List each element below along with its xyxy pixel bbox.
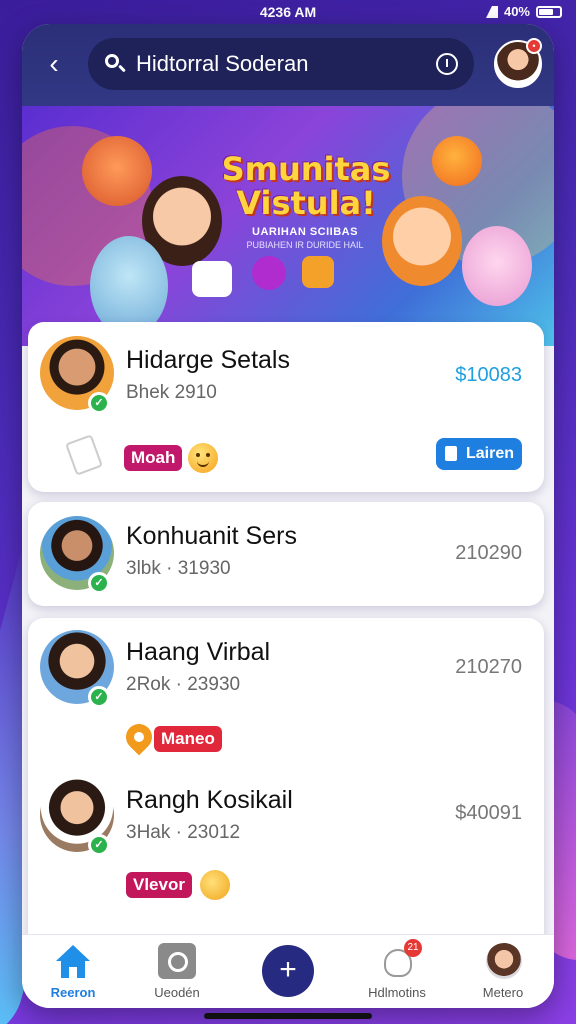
nav-label: Ueodén	[154, 985, 200, 1000]
item-tag: Vlevor	[126, 872, 192, 898]
share-icon[interactable]	[65, 434, 103, 476]
banner-caption: PUBIAHEN IR DURIDE HAIL	[246, 240, 364, 250]
nav-label: Metero	[482, 985, 524, 1000]
notification-badge: 21	[404, 939, 422, 957]
item-name: Hidarge Setals	[126, 346, 290, 374]
music-icon	[302, 256, 334, 288]
list-item[interactable]: ✓ Konhuanit Sers 3lbk · 31930 210290	[28, 502, 544, 606]
nav-home[interactable]: Reeron	[28, 943, 118, 1000]
nav-label: Hdlmotins	[368, 985, 426, 1000]
search-input[interactable]	[136, 51, 436, 77]
list-item[interactable]: ✓ Hidarge Setals Bhek 2910 $10083 Moah L…	[28, 322, 544, 492]
nav-notifications[interactable]: 21 Hdlmotins	[352, 939, 442, 1000]
item-name: Rangh Kosikail	[126, 786, 293, 814]
verified-icon: ✓	[88, 686, 110, 708]
camera-icon	[158, 943, 196, 981]
battery-percent: 40%	[503, 4, 530, 19]
location-pin-icon	[120, 718, 158, 756]
fox-character	[82, 136, 152, 206]
battery-icon	[536, 5, 562, 18]
home-icon	[54, 943, 92, 981]
verified-icon: ✓	[88, 392, 110, 414]
app-screen: ‹ • Smunitas Vistula! UARIHAN SCIIBAS PU…	[22, 24, 554, 1008]
item-meta: 2Rok · 23930	[126, 674, 241, 695]
banner-title: Smunitas Vistula!	[221, 150, 391, 222]
info-icon[interactable]	[436, 53, 458, 75]
verified-icon: ✓	[88, 572, 110, 594]
item-amount: $40091	[455, 802, 522, 824]
signal-icon	[485, 5, 498, 18]
bear-character	[462, 226, 532, 306]
search-bar[interactable]	[88, 38, 474, 90]
item-amount: $10083	[455, 364, 522, 386]
nav-label: Reeron	[50, 985, 96, 1000]
verified-icon: ✓	[88, 834, 110, 856]
nav-profile[interactable]: Metero	[458, 943, 548, 1000]
top-bar: ‹ •	[22, 24, 554, 106]
bottom-nav: Reeron Ueodén + 21 Hdlmotins Metero	[22, 934, 554, 1008]
home-indicator[interactable]	[204, 1013, 372, 1019]
item-tag: Moah	[124, 445, 183, 471]
item-tag: Maneo	[154, 726, 222, 752]
promo-banner[interactable]: Smunitas Vistula! UARIHAN SCIIBAS PUBIAH…	[22, 106, 554, 346]
blue-character	[90, 236, 168, 336]
add-icon: +	[279, 953, 297, 986]
item-meta: 3Hak · 23012	[126, 822, 241, 843]
learn-button[interactable]: Lairen	[435, 438, 522, 470]
smile-emoji-icon	[188, 443, 218, 473]
item-amount: 210290	[455, 542, 522, 564]
chat-icon	[192, 261, 232, 297]
notification-dot: •	[526, 38, 542, 54]
search-icon	[104, 53, 126, 75]
avatar-icon	[484, 943, 522, 981]
item-name: Konhuanit Sers	[126, 522, 297, 550]
bell-icon: 21	[378, 939, 422, 981]
add-button[interactable]: +	[262, 945, 314, 997]
nav-camera[interactable]: Ueodén	[132, 943, 222, 1000]
back-button[interactable]: ‹	[36, 46, 72, 82]
item-amount: 210270	[455, 656, 522, 678]
heart-icon	[252, 256, 286, 290]
status-indicators: 40%	[485, 4, 562, 19]
item-meta: 3lbk · 31930	[126, 558, 231, 579]
item-name: Haang Virbal	[126, 638, 271, 666]
crown-emoji-icon	[200, 870, 230, 900]
banner-subtitle: UARIHAN SCIIBAS	[252, 226, 358, 238]
item-meta: Bhek 2910	[126, 382, 217, 403]
status-bar: 4236 AM 40%	[0, 0, 576, 26]
sun-emoji	[432, 136, 482, 186]
chevron-left-icon: ‹	[49, 48, 59, 79]
list-item[interactable]: ✓ Haang Virbal 2Rok · 23930 210270 Maneo…	[28, 618, 544, 948]
